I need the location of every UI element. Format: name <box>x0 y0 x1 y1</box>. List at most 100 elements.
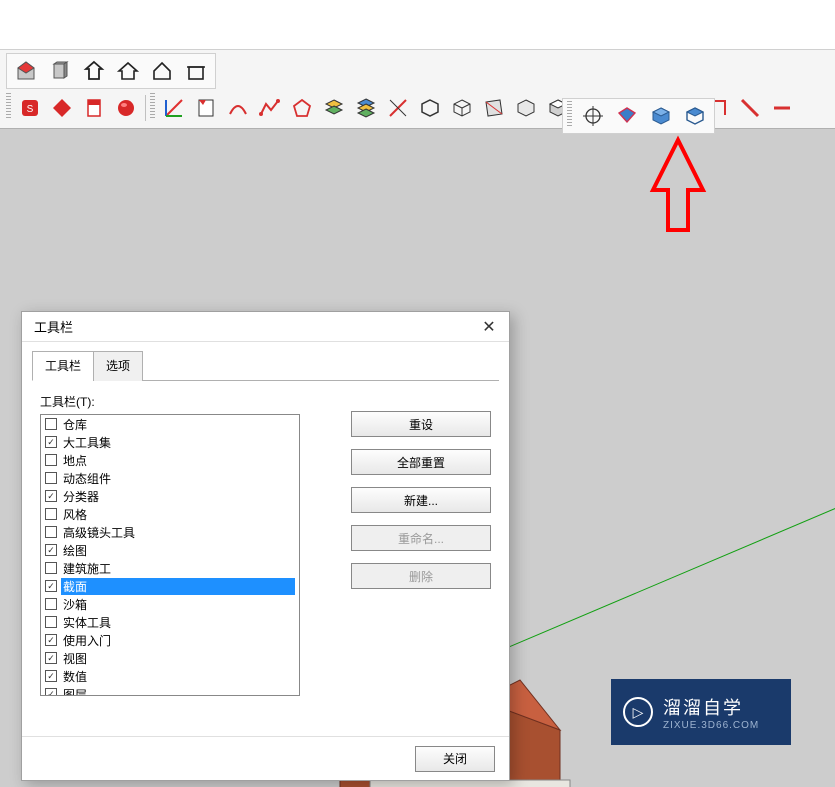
list-item-label: 数值 <box>61 668 89 685</box>
svg-text:S: S <box>27 104 34 115</box>
checkbox[interactable] <box>45 472 57 484</box>
list-item-label: 绘图 <box>61 542 89 559</box>
house-style-toolbar <box>6 53 216 89</box>
layers-icon[interactable] <box>319 93 349 123</box>
list-item[interactable]: 图层 <box>41 685 299 696</box>
toolbar-container: S <box>0 50 835 129</box>
solid-icon[interactable] <box>415 93 445 123</box>
list-item-label: 实体工具 <box>61 614 113 631</box>
tab-toolbars[interactable]: 工具栏 <box>32 351 94 381</box>
box-icon[interactable] <box>45 56 75 86</box>
checkbox[interactable] <box>45 634 57 646</box>
reset-button[interactable]: 重设 <box>351 411 491 437</box>
layers2-icon[interactable] <box>351 93 381 123</box>
play-icon: ▷ <box>623 697 653 727</box>
list-item[interactable]: 使用入门 <box>41 631 299 649</box>
dialog-title: 工具栏 <box>34 317 73 336</box>
face-icon[interactable] <box>479 93 509 123</box>
toolbar-grip[interactable] <box>6 93 11 119</box>
section-toolbar <box>562 98 715 134</box>
close-icon[interactable]: ✕ <box>477 315 501 339</box>
rename-button[interactable]: 重命名... <box>351 525 491 551</box>
checkbox[interactable] <box>45 688 57 696</box>
su-sphere-icon[interactable] <box>111 93 141 123</box>
list-item-label: 截面 <box>61 578 295 595</box>
list-item[interactable]: 分类器 <box>41 487 299 505</box>
dialog-titlebar[interactable]: 工具栏 ✕ <box>22 312 509 342</box>
close-button[interactable]: 关闭 <box>415 746 495 772</box>
checkbox[interactable] <box>45 436 57 448</box>
list-item[interactable]: 视图 <box>41 649 299 667</box>
house-roof-icon[interactable] <box>113 56 143 86</box>
watermark-url: ZIXUE.3D66.COM <box>663 720 759 731</box>
list-item[interactable]: 数值 <box>41 667 299 685</box>
red-tool1-icon[interactable] <box>735 93 765 123</box>
su-red2-icon[interactable] <box>47 93 77 123</box>
house-simple-icon[interactable] <box>147 56 177 86</box>
house-3d-icon[interactable] <box>11 56 41 86</box>
reset-all-button[interactable]: 全部重置 <box>351 449 491 475</box>
list-item-label: 地点 <box>61 452 89 469</box>
list-item[interactable]: 沙箱 <box>41 595 299 613</box>
list-item-label: 图层 <box>61 686 89 697</box>
list-item-label: 分类器 <box>61 488 101 505</box>
top-blank-area <box>0 0 835 50</box>
polyline-icon[interactable] <box>255 93 285 123</box>
checkbox[interactable] <box>45 490 57 502</box>
checkbox[interactable] <box>45 652 57 664</box>
checkbox[interactable] <box>45 670 57 682</box>
list-item[interactable]: 截面 <box>41 577 299 595</box>
section-target-icon[interactable] <box>578 101 608 131</box>
list-item-label: 视图 <box>61 650 89 667</box>
section-blue-icon[interactable] <box>612 101 642 131</box>
list-item-label: 风格 <box>61 506 89 523</box>
toolbars-dialog: 工具栏 ✕ 工具栏 选项 工具栏(T): 仓库大工具集地点动态组件分类器风格高级… <box>21 311 510 781</box>
checkbox[interactable] <box>45 562 57 574</box>
checkbox[interactable] <box>45 508 57 520</box>
list-item-label: 使用入门 <box>61 632 113 649</box>
poly-icon[interactable] <box>287 93 317 123</box>
su-red-icon[interactable]: S <box>15 93 45 123</box>
house-outline-icon[interactable] <box>79 56 109 86</box>
list-item-label: 高级镜头工具 <box>61 524 137 541</box>
list-item[interactable]: 风格 <box>41 505 299 523</box>
toolbar-grip[interactable] <box>567 101 572 127</box>
su-doc-icon[interactable] <box>79 93 109 123</box>
list-item[interactable]: 仓库 <box>41 415 299 433</box>
section-cube-icon[interactable] <box>646 101 676 131</box>
list-item[interactable]: 实体工具 <box>41 613 299 631</box>
list-item[interactable]: 地点 <box>41 451 299 469</box>
red-tool2-icon[interactable] <box>767 93 797 123</box>
axis-icon[interactable] <box>159 93 189 123</box>
section-cube2-icon[interactable] <box>680 101 710 131</box>
checkbox[interactable] <box>45 418 57 430</box>
checkbox[interactable] <box>45 580 57 592</box>
list-item-label: 沙箱 <box>61 596 89 613</box>
page-icon[interactable] <box>191 93 221 123</box>
house-flat-icon[interactable] <box>181 56 211 86</box>
list-item[interactable]: 大工具集 <box>41 433 299 451</box>
dialog-tabs: 工具栏 选项 <box>32 350 499 381</box>
list-item[interactable]: 绘图 <box>41 541 299 559</box>
checkbox[interactable] <box>45 598 57 610</box>
delete-button[interactable]: 删除 <box>351 563 491 589</box>
annotation-arrow <box>648 130 708 270</box>
list-item[interactable]: 高级镜头工具 <box>41 523 299 541</box>
edge-icon[interactable] <box>383 93 413 123</box>
checkbox[interactable] <box>45 616 57 628</box>
arc-icon[interactable] <box>223 93 253 123</box>
list-item-label: 建筑施工 <box>61 560 113 577</box>
shell-icon[interactable] <box>511 93 541 123</box>
toolbar-grip[interactable] <box>150 93 155 119</box>
list-item[interactable]: 动态组件 <box>41 469 299 487</box>
tab-options[interactable]: 选项 <box>93 351 143 381</box>
new-button[interactable]: 新建... <box>351 487 491 513</box>
toolbars-listbox[interactable]: 仓库大工具集地点动态组件分类器风格高级镜头工具绘图建筑施工截面沙箱实体工具使用入… <box>40 414 300 696</box>
list-item[interactable]: 建筑施工 <box>41 559 299 577</box>
wire-icon[interactable] <box>447 93 477 123</box>
checkbox[interactable] <box>45 544 57 556</box>
checkbox[interactable] <box>45 454 57 466</box>
list-item-label: 动态组件 <box>61 470 113 487</box>
checkbox[interactable] <box>45 526 57 538</box>
list-item-label: 大工具集 <box>61 434 113 451</box>
